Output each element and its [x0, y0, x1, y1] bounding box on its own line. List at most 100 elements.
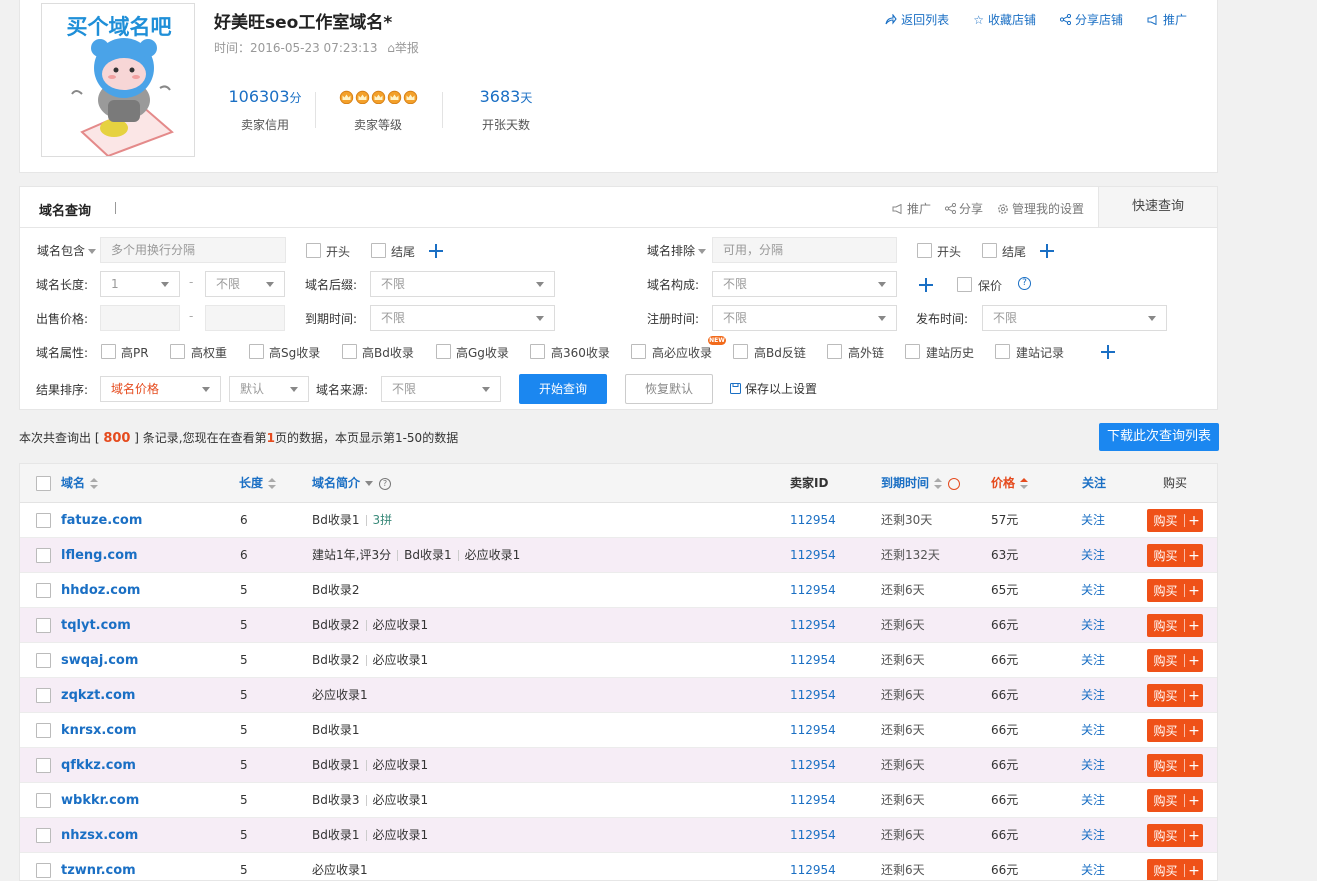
sort-field-select[interactable]: 域名价格 — [100, 376, 221, 402]
row-checkbox[interactable] — [36, 688, 51, 703]
domain-link[interactable]: knrsx.com — [61, 713, 137, 748]
follow-link[interactable]: 关注 — [1081, 853, 1105, 880]
manage-settings-link[interactable]: 管理我的设置 — [997, 200, 1084, 217]
row-checkbox[interactable] — [36, 548, 51, 563]
attr-checkbox-high-outlink[interactable] — [827, 344, 842, 359]
domain-link[interactable]: tqlyt.com — [61, 608, 131, 643]
sort-order-select[interactable]: 默认 — [229, 376, 309, 402]
add-include-icon[interactable] — [429, 244, 443, 258]
add-to-cart-icon[interactable]: + — [1185, 653, 1203, 669]
seller-id-link[interactable]: 112954 — [790, 503, 836, 538]
select-all-checkbox[interactable] — [36, 476, 51, 491]
download-list-button[interactable]: 下载此次查询列表 — [1099, 423, 1219, 451]
attr-checkbox-high-gg[interactable] — [436, 344, 451, 359]
promote-link[interactable]: 推广 — [1147, 11, 1187, 28]
add-to-cart-icon[interactable]: + — [1185, 618, 1203, 634]
add-to-cart-icon[interactable]: + — [1185, 688, 1203, 704]
buy-button[interactable]: 购买 + — [1147, 509, 1203, 532]
follow-link[interactable]: 关注 — [1081, 783, 1105, 818]
domain-link[interactable]: nhzsx.com — [61, 818, 138, 853]
add-to-cart-icon[interactable]: + — [1185, 863, 1203, 879]
seller-id-link[interactable]: 112954 — [790, 818, 836, 853]
search-button[interactable]: 开始查询 — [519, 374, 607, 404]
attr-checkbox-high-weight[interactable] — [170, 344, 185, 359]
buy-button[interactable]: 购买 + — [1147, 719, 1203, 742]
help-icon[interactable]: ? — [379, 477, 392, 490]
row-checkbox[interactable] — [36, 793, 51, 808]
buy-button[interactable]: 购买 + — [1147, 649, 1203, 672]
buy-button[interactable]: 购买 + — [1147, 789, 1203, 812]
add-to-cart-icon[interactable]: + — [1185, 758, 1203, 774]
row-checkbox[interactable] — [36, 723, 51, 738]
publish-select[interactable]: 不限 — [982, 305, 1167, 331]
add-to-cart-icon[interactable]: + — [1185, 723, 1203, 739]
follow-link[interactable]: 关注 — [1081, 713, 1105, 748]
source-select[interactable]: 不限 — [381, 376, 501, 402]
row-checkbox[interactable] — [36, 583, 51, 598]
buy-button[interactable]: 购买 + — [1147, 544, 1203, 567]
price-min-input[interactable] — [100, 305, 180, 331]
attr-checkbox-high-bd[interactable] — [342, 344, 357, 359]
include-input[interactable]: 多个用换行分隔 — [100, 237, 286, 263]
expire-select[interactable]: 不限 — [370, 305, 555, 331]
add-to-cart-icon[interactable]: + — [1185, 513, 1203, 529]
attr-checkbox-high-360[interactable] — [530, 344, 545, 359]
reset-button[interactable]: 恢复默认 — [625, 374, 713, 404]
panel-share-link[interactable]: 分享 — [944, 200, 983, 217]
seller-id-link[interactable]: 112954 — [790, 608, 836, 643]
keep-price-checkbox[interactable] — [957, 277, 972, 292]
attr-checkbox-high-bd-backlink[interactable] — [733, 344, 748, 359]
buy-button[interactable]: 购买 + — [1147, 614, 1203, 637]
seller-id-link[interactable]: 112954 — [790, 538, 836, 573]
length-min-select[interactable]: 1 — [100, 271, 180, 297]
header-price[interactable]: 价格 — [991, 464, 1029, 503]
domain-link[interactable]: wbkkr.com — [61, 783, 139, 818]
follow-link[interactable]: 关注 — [1081, 538, 1105, 573]
buy-button[interactable]: 购买 + — [1147, 579, 1203, 602]
follow-link[interactable]: 关注 — [1081, 573, 1105, 608]
row-checkbox[interactable] — [36, 863, 51, 878]
add-to-cart-icon[interactable]: + — [1185, 583, 1203, 599]
back-to-list-link[interactable]: 返回列表 — [885, 11, 949, 28]
exclude-mode-select[interactable]: 域名排除 — [647, 242, 707, 259]
seller-id-link[interactable]: 112954 — [790, 853, 836, 880]
row-checkbox[interactable] — [36, 513, 51, 528]
row-checkbox[interactable] — [36, 653, 51, 668]
seller-id-link[interactable]: 112954 — [790, 678, 836, 713]
help-icon[interactable]: ? — [1018, 277, 1031, 290]
header-expire[interactable]: 到期时间 — [881, 464, 961, 503]
favorite-store-link[interactable]: ☆ 收藏店铺 — [973, 11, 1036, 28]
row-checkbox[interactable] — [36, 828, 51, 843]
domain-link[interactable]: fatuze.com — [61, 503, 142, 538]
row-checkbox[interactable] — [36, 618, 51, 633]
follow-link[interactable]: 关注 — [1081, 608, 1105, 643]
add-compose-icon[interactable] — [919, 278, 933, 292]
seller-id-link[interactable]: 112954 — [790, 573, 836, 608]
share-store-link[interactable]: 分享店铺 — [1059, 11, 1123, 28]
compose-select[interactable]: 不限 — [712, 271, 897, 297]
follow-link[interactable]: 关注 — [1081, 643, 1105, 678]
save-settings-link[interactable]: 保存以上设置 — [730, 380, 817, 397]
register-select[interactable]: 不限 — [712, 305, 897, 331]
length-max-select[interactable]: 不限 — [205, 271, 285, 297]
tab-quick-query[interactable]: 快速查询 — [1098, 187, 1217, 227]
attr-checkbox-high-sg[interactable] — [249, 344, 264, 359]
price-max-input[interactable] — [205, 305, 285, 331]
buy-button[interactable]: 购买 + — [1147, 754, 1203, 777]
seller-id-link[interactable]: 112954 — [790, 643, 836, 678]
suffix-select[interactable]: 不限 — [370, 271, 555, 297]
buy-button[interactable]: 购买 + — [1147, 859, 1203, 880]
domain-link[interactable]: lfleng.com — [61, 538, 138, 573]
seller-id-link[interactable]: 112954 — [790, 748, 836, 783]
add-exclude-icon[interactable] — [1040, 244, 1054, 258]
include-mode-select[interactable]: 域名包含 — [37, 242, 97, 259]
follow-link[interactable]: 关注 — [1081, 748, 1105, 783]
domain-link[interactable]: hhdoz.com — [61, 573, 140, 608]
include-tail-checkbox[interactable] — [371, 243, 386, 258]
exclude-input[interactable]: 可用，分隔 — [712, 237, 897, 263]
follow-link[interactable]: 关注 — [1081, 818, 1105, 853]
include-head-checkbox[interactable] — [306, 243, 321, 258]
buy-button[interactable]: 购买 + — [1147, 684, 1203, 707]
exclude-tail-checkbox[interactable] — [982, 243, 997, 258]
domain-link[interactable]: zqkzt.com — [61, 678, 135, 713]
